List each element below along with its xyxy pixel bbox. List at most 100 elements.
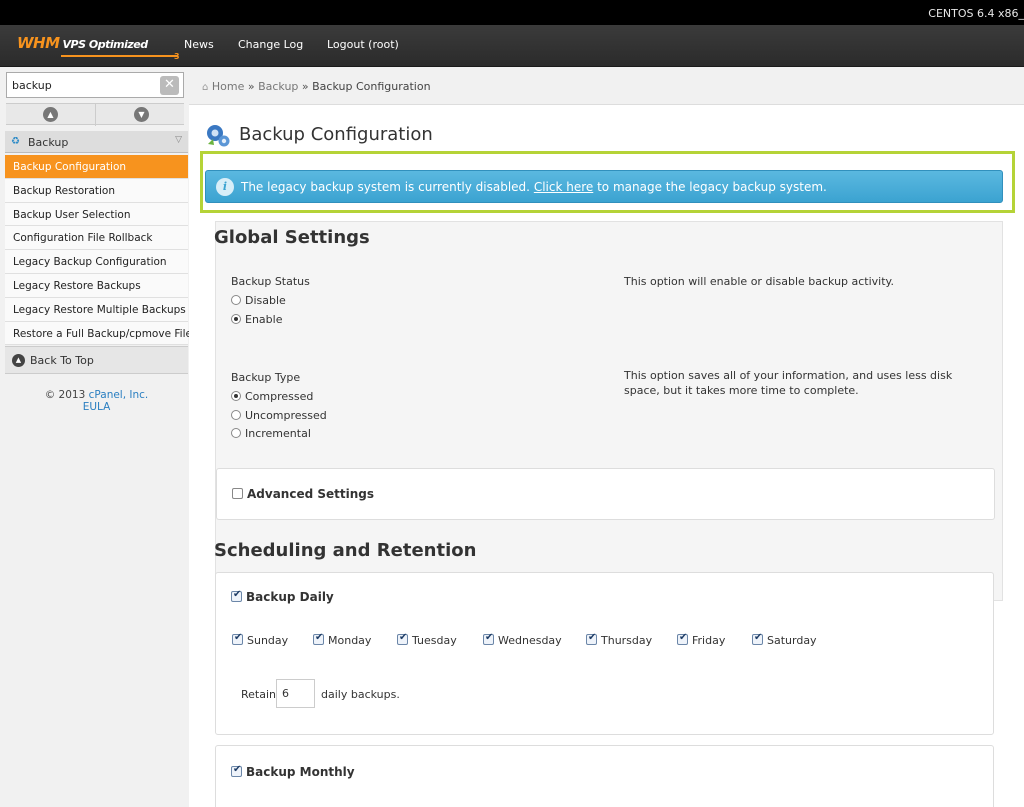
eula-link[interactable]: EULA bbox=[83, 401, 111, 413]
radio-label: Disable bbox=[245, 294, 286, 307]
day-monday-checkbox[interactable]: Monday bbox=[313, 632, 372, 647]
sidebar-item-legacy-restore-backups[interactable]: Legacy Restore Backups bbox=[5, 274, 188, 298]
checkbox[interactable] bbox=[677, 632, 688, 645]
day-wednesday-checkbox[interactable]: Wednesday bbox=[483, 632, 562, 647]
cpanel-link[interactable]: cPanel, Inc. bbox=[89, 389, 149, 401]
checkbox[interactable] bbox=[231, 764, 242, 777]
chevron-down-icon[interactable]: ▽ bbox=[175, 135, 182, 145]
alert-prefix: The legacy backup system is currently di… bbox=[241, 180, 530, 194]
checkbox[interactable] bbox=[232, 488, 243, 499]
checkbox[interactable] bbox=[232, 632, 243, 645]
sidebar-footer: © 2013 cPanel, Inc. EULA bbox=[5, 375, 188, 425]
radio-button[interactable] bbox=[231, 391, 241, 401]
sidebar-item-backup-restoration[interactable]: Backup Restoration bbox=[5, 178, 188, 203]
sidebar-item-legacy-restore-multiple-backups[interactable]: Legacy Restore Multiple Backups bbox=[5, 297, 188, 322]
sidebar-item-legacy-backup-configuration[interactable]: Legacy Backup Configuration bbox=[5, 250, 188, 274]
checkbox[interactable] bbox=[313, 632, 324, 645]
radio-button[interactable] bbox=[231, 428, 241, 438]
day-label: Monday bbox=[328, 634, 372, 647]
backup-type-incremental-radio[interactable]: Incremental bbox=[231, 427, 311, 440]
nav-logout-link[interactable]: Logout (root) bbox=[327, 38, 399, 51]
back-to-top-button[interactable]: ▲ Back To Top bbox=[5, 346, 188, 374]
breadcrumb-backup-link[interactable]: Backup bbox=[258, 80, 298, 93]
back-to-top-label: Back To Top bbox=[30, 354, 94, 367]
day-label: Saturday bbox=[767, 634, 817, 647]
sidebar-section-label: Backup bbox=[28, 136, 69, 149]
whm-logo[interactable]: WHM VPS Optimized 3 bbox=[17, 34, 180, 61]
home-icon: ⌂ bbox=[202, 82, 209, 93]
manage-legacy-backup-link[interactable]: Click here bbox=[534, 180, 593, 194]
search-input[interactable] bbox=[12, 77, 157, 93]
collapse-all-icon[interactable]: ▲ bbox=[43, 107, 58, 122]
top-navigation-bar: WHM VPS Optimized 3 News Change Log Logou… bbox=[0, 25, 1024, 67]
day-saturday-checkbox[interactable]: Saturday bbox=[752, 632, 817, 647]
info-icon: i bbox=[216, 178, 234, 196]
day-label: Thursday bbox=[601, 634, 653, 647]
backup-status-label: Backup Status bbox=[231, 275, 310, 288]
backup-monthly-checkbox[interactable]: Backup Monthly bbox=[231, 764, 355, 779]
page-title: Backup Configuration bbox=[239, 124, 433, 145]
backup-status-enable-radio[interactable]: Enable bbox=[231, 313, 282, 326]
clear-search-icon[interactable]: ✕ bbox=[160, 76, 179, 95]
backup-type-compressed-radio[interactable]: Compressed bbox=[231, 390, 313, 403]
logo-sub-text: VPS Optimized bbox=[62, 38, 149, 51]
backup-icon: ♻ bbox=[11, 136, 20, 147]
day-label: Tuesday bbox=[412, 634, 457, 647]
breadcrumb-home-link[interactable]: Home bbox=[212, 80, 244, 93]
radio-label: Enable bbox=[245, 313, 283, 326]
day-label: Sunday bbox=[247, 634, 289, 647]
checkbox[interactable] bbox=[397, 632, 408, 645]
radio-button[interactable] bbox=[231, 295, 241, 305]
day-friday-checkbox[interactable]: Friday bbox=[677, 632, 725, 647]
checkbox[interactable] bbox=[752, 632, 763, 645]
day-label: Wednesday bbox=[498, 634, 562, 647]
nav-change-log-link[interactable]: Change Log bbox=[238, 38, 303, 51]
main-content: ⌂ Home » Backup » Backup Configuration B… bbox=[189, 67, 1024, 807]
sidebar-search: ✕ bbox=[6, 72, 184, 98]
backup-type-label: Backup Type bbox=[231, 371, 301, 384]
checkbox[interactable] bbox=[586, 632, 597, 645]
radio-label: Uncompressed bbox=[245, 409, 327, 422]
backup-type-uncompressed-radio[interactable]: Uncompressed bbox=[231, 409, 327, 422]
arrow-up-icon: ▲ bbox=[12, 354, 25, 367]
backup-type-description-line2: space, but it takes more time to complet… bbox=[624, 384, 859, 397]
alert-suffix: to manage the legacy backup system. bbox=[597, 180, 827, 194]
day-sunday-checkbox[interactable]: Sunday bbox=[232, 632, 289, 647]
expand-all-icon[interactable]: ▼ bbox=[134, 107, 149, 122]
advanced-settings-checkbox[interactable]: Advanced Settings bbox=[232, 487, 374, 501]
nav-news-link[interactable]: News bbox=[184, 38, 214, 51]
radio-label: Incremental bbox=[245, 427, 311, 440]
radio-button[interactable] bbox=[231, 410, 241, 420]
radio-label: Compressed bbox=[245, 390, 314, 403]
alert-text: The legacy backup system is currently di… bbox=[241, 180, 827, 194]
breadcrumb-separator: » bbox=[247, 80, 255, 93]
backup-daily-label: Backup Daily bbox=[246, 590, 334, 604]
breadcrumb-separator: » bbox=[301, 80, 309, 93]
system-info-bar: CENTOS 6.4 x86_ bbox=[0, 0, 1024, 25]
sidebar-item-backup-user-selection[interactable]: Backup User Selection bbox=[5, 202, 188, 227]
sidebar-section-backup[interactable]: ♻ Backup ▽ bbox=[5, 131, 188, 153]
highlight-box: i The legacy backup system is currently … bbox=[200, 151, 1015, 213]
os-version-label: CENTOS 6.4 x86_ bbox=[928, 7, 1024, 20]
sidebar-item-restore-full-backup[interactable]: Restore a Full Backup/cpmove File bbox=[5, 321, 192, 346]
sidebar-item-configuration-file-rollback[interactable]: Configuration File Rollback bbox=[5, 226, 188, 251]
checkbox[interactable] bbox=[483, 632, 494, 645]
legacy-backup-alert: i The legacy backup system is currently … bbox=[205, 170, 1003, 203]
breadcrumb: ⌂ Home » Backup » Backup Configuration bbox=[189, 67, 1024, 105]
scheduling-heading: Scheduling and Retention bbox=[214, 540, 477, 561]
checkbox[interactable] bbox=[231, 589, 242, 602]
backup-daily-checkbox[interactable]: Backup Daily bbox=[231, 589, 334, 604]
advanced-settings-panel: Advanced Settings bbox=[216, 468, 995, 520]
radio-button[interactable] bbox=[231, 314, 241, 324]
logo-underline bbox=[61, 55, 178, 57]
backup-status-disable-radio[interactable]: Disable bbox=[231, 294, 286, 307]
backup-type-description: This option saves all of your informatio… bbox=[624, 368, 952, 398]
day-thursday-checkbox[interactable]: Thursday bbox=[586, 632, 653, 647]
retain-daily-input[interactable] bbox=[276, 679, 315, 708]
day-tuesday-checkbox[interactable]: Tuesday bbox=[397, 632, 457, 647]
sidebar-item-backup-configuration[interactable]: Backup Configuration bbox=[5, 155, 188, 179]
retain-suffix: daily backups. bbox=[321, 688, 400, 701]
logo-version-number: 3 bbox=[174, 52, 180, 61]
sidebar: ✕ ▲ ▼ ♻ Backup ▽ Backup Configuration Ba… bbox=[0, 67, 192, 807]
global-settings-heading: Global Settings bbox=[214, 227, 370, 248]
